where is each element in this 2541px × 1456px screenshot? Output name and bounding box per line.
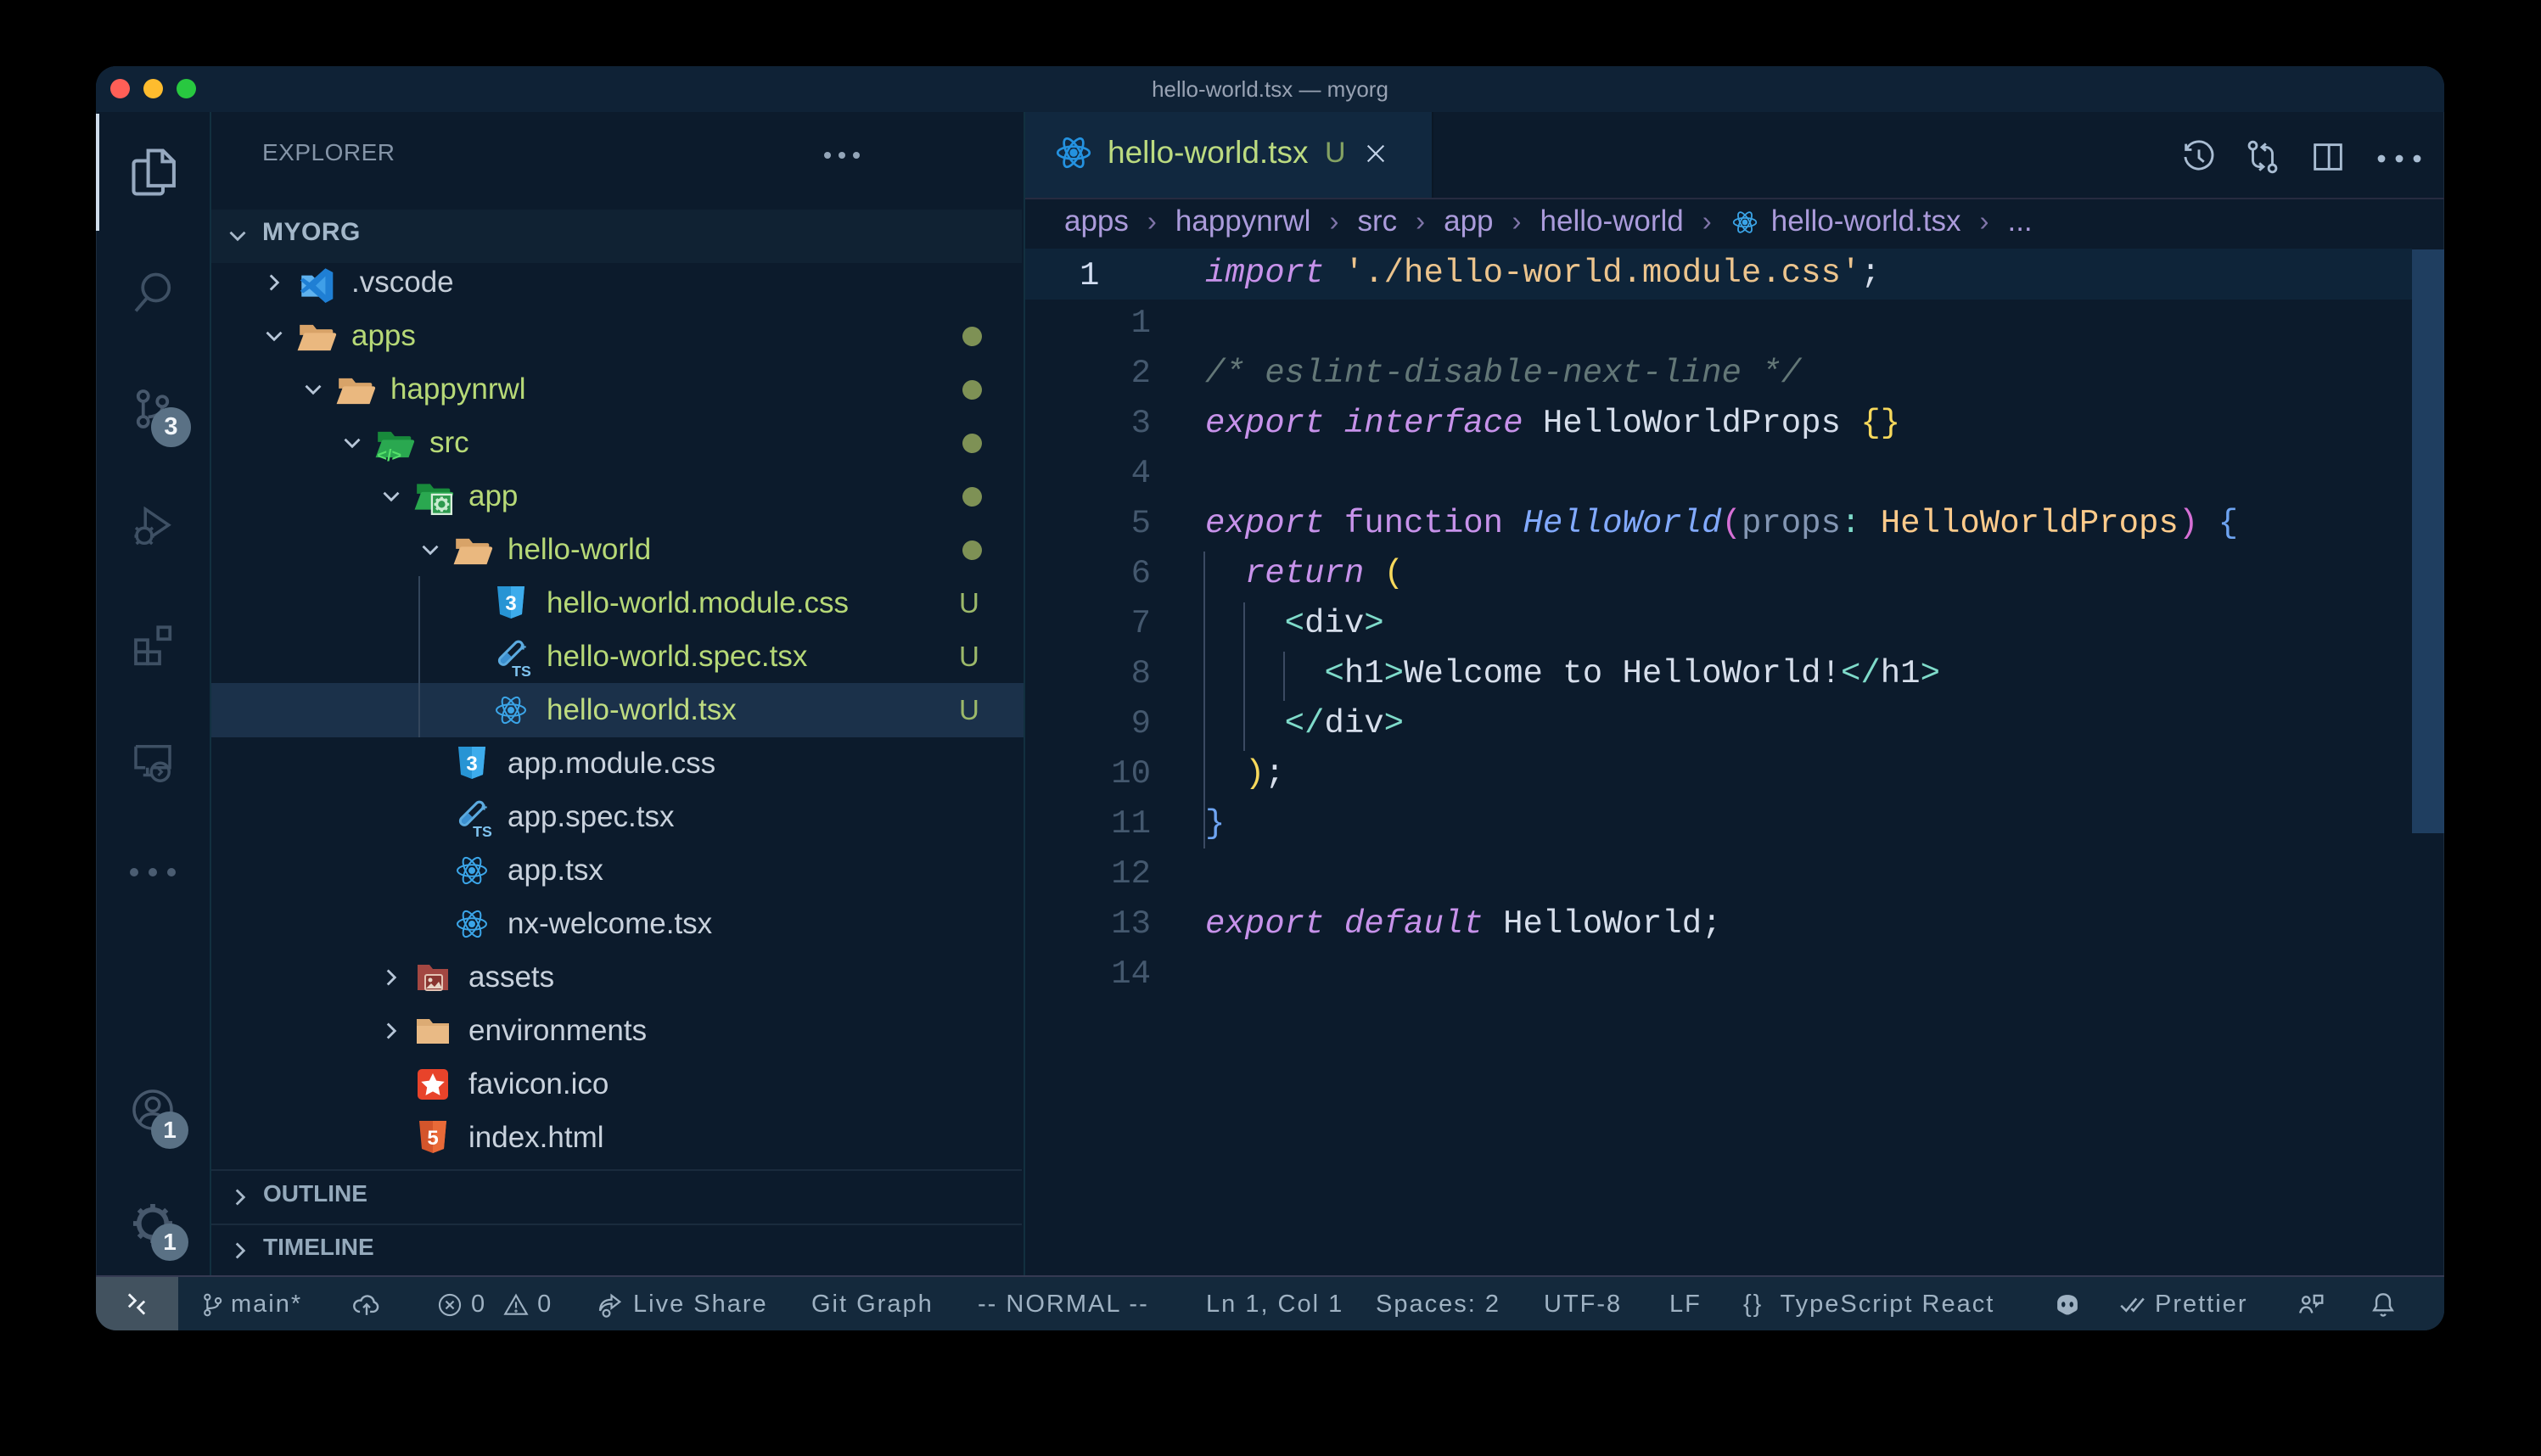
svg-text:3: 3 bbox=[466, 753, 477, 776]
svg-text:TS: TS bbox=[473, 823, 492, 838]
svg-text:3: 3 bbox=[505, 592, 516, 615]
svg-text:TS: TS bbox=[512, 663, 531, 678]
svg-text:5: 5 bbox=[427, 1127, 438, 1150]
svg-text:</>: </> bbox=[377, 446, 401, 464]
